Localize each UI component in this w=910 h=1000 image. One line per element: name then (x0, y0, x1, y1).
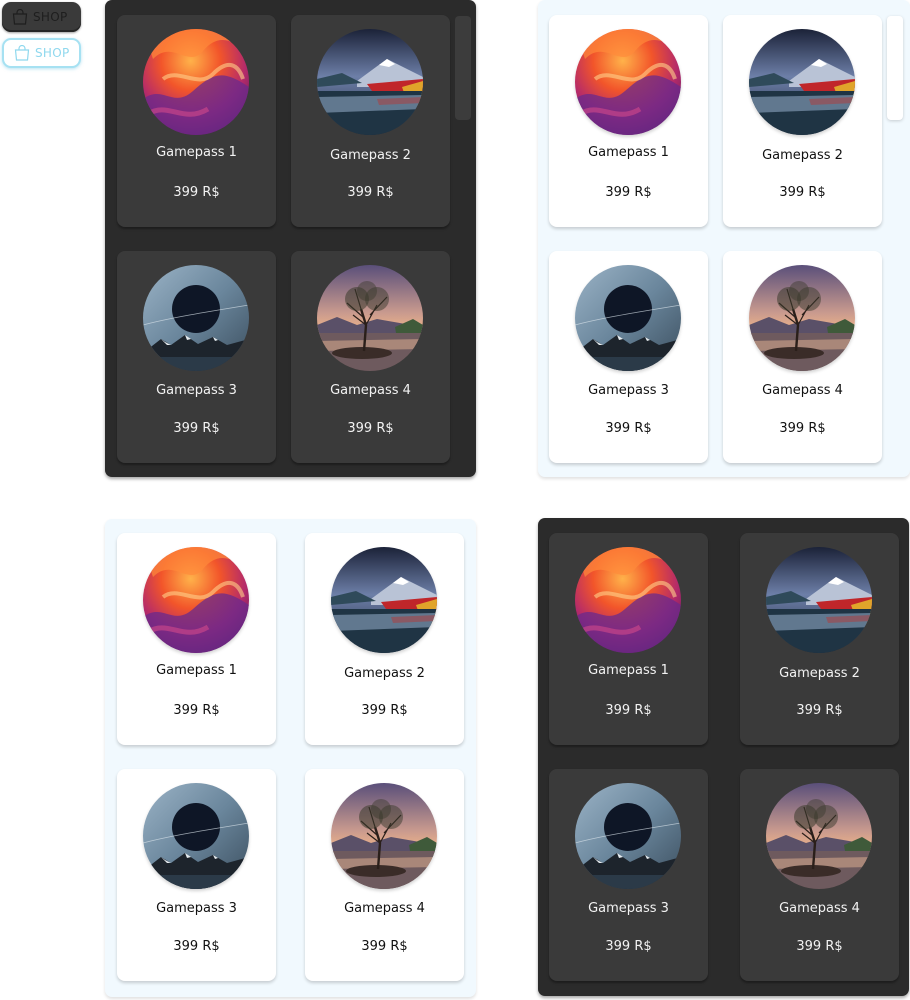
gamepass-card-3[interactable]: Gamepass 3 399 R$ (549, 769, 708, 981)
gamepass-name: Gamepass 2 (330, 148, 411, 163)
gamepass-price: 399 R$ (173, 185, 220, 200)
gamepass-card-4[interactable]: Gamepass 4 399 R$ (305, 769, 464, 981)
gamepass-4-image (317, 265, 423, 371)
gamepass-3-image (575, 783, 681, 889)
gamepass-2-image (766, 547, 872, 653)
gamepass-3-image (143, 783, 249, 889)
gamepass-1-image (575, 547, 681, 653)
gamepass-4-image (766, 783, 872, 889)
shopping-bag-icon (14, 45, 30, 61)
gamepass-price: 399 R$ (361, 939, 408, 954)
gamepass-name: Gamepass 3 (156, 901, 237, 916)
shop-panel-dark-scroll: Gamepass 1 399 R$ Gamepass 2 399 R$ Game… (105, 0, 476, 477)
gamepass-2-image (317, 29, 423, 135)
gamepass-price: 399 R$ (605, 421, 652, 436)
gamepass-card-1[interactable]: Gamepass 1 399 R$ (117, 533, 276, 745)
gamepass-4-image (749, 265, 855, 371)
shop-button-dark[interactable]: SHOP (2, 2, 81, 32)
gamepass-1-image (143, 29, 249, 135)
gamepass-card-2[interactable]: Gamepass 2 399 R$ (291, 15, 450, 227)
shop-button-label: SHOP (35, 46, 70, 60)
gamepass-price: 399 R$ (361, 703, 408, 718)
gamepass-name: Gamepass 1 (588, 663, 669, 678)
gamepass-2-image (331, 547, 437, 653)
gamepass-price: 399 R$ (796, 703, 843, 718)
gamepass-card-4[interactable]: Gamepass 4 399 R$ (740, 769, 899, 981)
gamepass-3-image (143, 265, 249, 371)
gamepass-price: 399 R$ (605, 185, 652, 200)
shop-panel-light: Gamepass 1 399 R$ Gamepass 2 399 R$ Game… (105, 519, 476, 997)
gamepass-name: Gamepass 1 (156, 145, 237, 160)
gamepass-card-2[interactable]: Gamepass 2 399 R$ (740, 533, 899, 745)
gamepass-price: 399 R$ (605, 703, 652, 718)
gamepass-name: Gamepass 4 (344, 901, 425, 916)
gamepass-4-image (331, 783, 437, 889)
gamepass-card-1[interactable]: Gamepass 1 399 R$ (549, 15, 708, 227)
gamepass-2-image (749, 29, 855, 135)
gamepass-name: Gamepass 2 (762, 148, 843, 163)
gamepass-price: 399 R$ (173, 939, 220, 954)
gamepass-name: Gamepass 3 (588, 901, 669, 916)
gamepass-card-1[interactable]: Gamepass 1 399 R$ (117, 15, 276, 227)
gamepass-name: Gamepass 1 (156, 663, 237, 678)
gamepass-card-2[interactable]: Gamepass 2 399 R$ (305, 533, 464, 745)
gamepass-name: Gamepass 1 (588, 145, 669, 160)
gamepass-card-3[interactable]: Gamepass 3 399 R$ (117, 769, 276, 981)
gamepass-price: 399 R$ (779, 185, 826, 200)
gamepass-price: 399 R$ (173, 421, 220, 436)
shopping-bag-icon (12, 9, 28, 25)
gamepass-card-3[interactable]: Gamepass 3 399 R$ (549, 251, 708, 463)
gamepass-price: 399 R$ (173, 703, 220, 718)
gamepass-price: 399 R$ (796, 939, 843, 954)
scrollbar-thumb[interactable] (887, 16, 903, 120)
gamepass-card-4[interactable]: Gamepass 4 399 R$ (723, 251, 882, 463)
scrollbar-thumb[interactable] (455, 16, 471, 120)
gamepass-name: Gamepass 2 (779, 666, 860, 681)
shop-button-light[interactable]: SHOP (2, 38, 81, 68)
gamepass-name: Gamepass 4 (762, 383, 843, 398)
shop-panel-dark: Gamepass 1 399 R$ Gamepass 2 399 R$ Game… (538, 518, 909, 996)
gamepass-card-3[interactable]: Gamepass 3 399 R$ (117, 251, 276, 463)
gamepass-card-2[interactable]: Gamepass 2 399 R$ (723, 15, 882, 227)
gamepass-3-image (575, 265, 681, 371)
gamepass-name: Gamepass 4 (330, 383, 411, 398)
gamepass-price: 399 R$ (605, 939, 652, 954)
gamepass-name: Gamepass 3 (588, 383, 669, 398)
shop-panel-light-scroll: Gamepass 1 399 R$ Gamepass 2 399 R$ Game… (538, 0, 910, 477)
shop-button-label: SHOP (33, 10, 68, 24)
gamepass-1-image (575, 29, 681, 135)
gamepass-name: Gamepass 4 (779, 901, 860, 916)
gamepass-card-1[interactable]: Gamepass 1 399 R$ (549, 533, 708, 745)
gamepass-price: 399 R$ (347, 185, 394, 200)
gamepass-1-image (143, 547, 249, 653)
gamepass-name: Gamepass 2 (344, 666, 425, 681)
gamepass-name: Gamepass 3 (156, 383, 237, 398)
gamepass-price: 399 R$ (779, 421, 826, 436)
gamepass-price: 399 R$ (347, 421, 394, 436)
gamepass-card-4[interactable]: Gamepass 4 399 R$ (291, 251, 450, 463)
